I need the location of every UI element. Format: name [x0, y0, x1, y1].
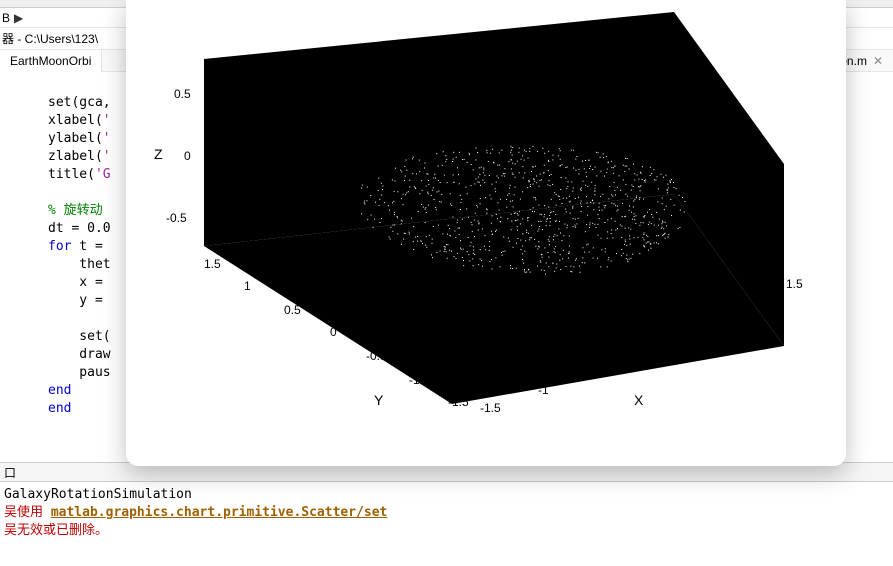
xtick: -1	[538, 384, 549, 396]
command-window[interactable]: GalaxyRotationSimulation 吴使用 matlab.grap…	[0, 482, 893, 556]
ylabel: Y	[374, 392, 383, 408]
xtick: 0	[646, 342, 653, 354]
ytick: -0.5	[366, 350, 387, 362]
xtick: 1	[744, 300, 751, 312]
current-path: 器 - C:\Users\123\	[2, 30, 98, 47]
ztick: -0.5	[166, 212, 187, 224]
ytick: -1	[409, 374, 420, 386]
breadcrumb-item[interactable]: B	[2, 11, 10, 25]
ytick: 0	[330, 326, 337, 338]
xtick: -0.5	[590, 364, 611, 376]
xtick: 0.5	[690, 322, 707, 334]
ztick: 0.5	[174, 88, 191, 100]
ytick: 1.5	[204, 258, 221, 270]
tab-earthmoon[interactable]: EarthMoonOrbi	[0, 50, 102, 72]
tab-label: EarthMoonOrbi	[10, 54, 91, 68]
cmd-error-line2: 吴无效或已删除。	[4, 522, 893, 540]
zlabel: Z	[154, 146, 163, 162]
xlabel: X	[634, 392, 643, 408]
figure-window[interactable]: 0.5 0 -0.5 Z 1.5 1 0.5 0 -0.5 -1 -1.5 Y …	[126, 0, 846, 466]
axes-svg	[144, 4, 834, 444]
chevron-right-icon: ▶	[14, 11, 23, 25]
ztick: 0	[184, 150, 191, 162]
xtick: 1.5	[786, 278, 803, 290]
error-link[interactable]: matlab.graphics.chart.primitive.Scatter/…	[51, 505, 388, 520]
close-icon[interactable]: ✕	[873, 54, 883, 68]
ytick: -1.5	[448, 396, 469, 408]
cmd-error-line: 吴使用 matlab.graphics.chart.primitive.Scat…	[4, 504, 893, 522]
ytick: 0.5	[284, 304, 301, 316]
ytick: 1	[244, 280, 251, 292]
xtick: -1.5	[480, 402, 501, 414]
command-window-title: 口	[4, 464, 16, 481]
axes3d[interactable]: 0.5 0 -0.5 Z 1.5 1 0.5 0 -0.5 -1 -1.5 Y …	[144, 4, 834, 444]
cmd-line-input: GalaxyRotationSimulation	[4, 486, 893, 504]
